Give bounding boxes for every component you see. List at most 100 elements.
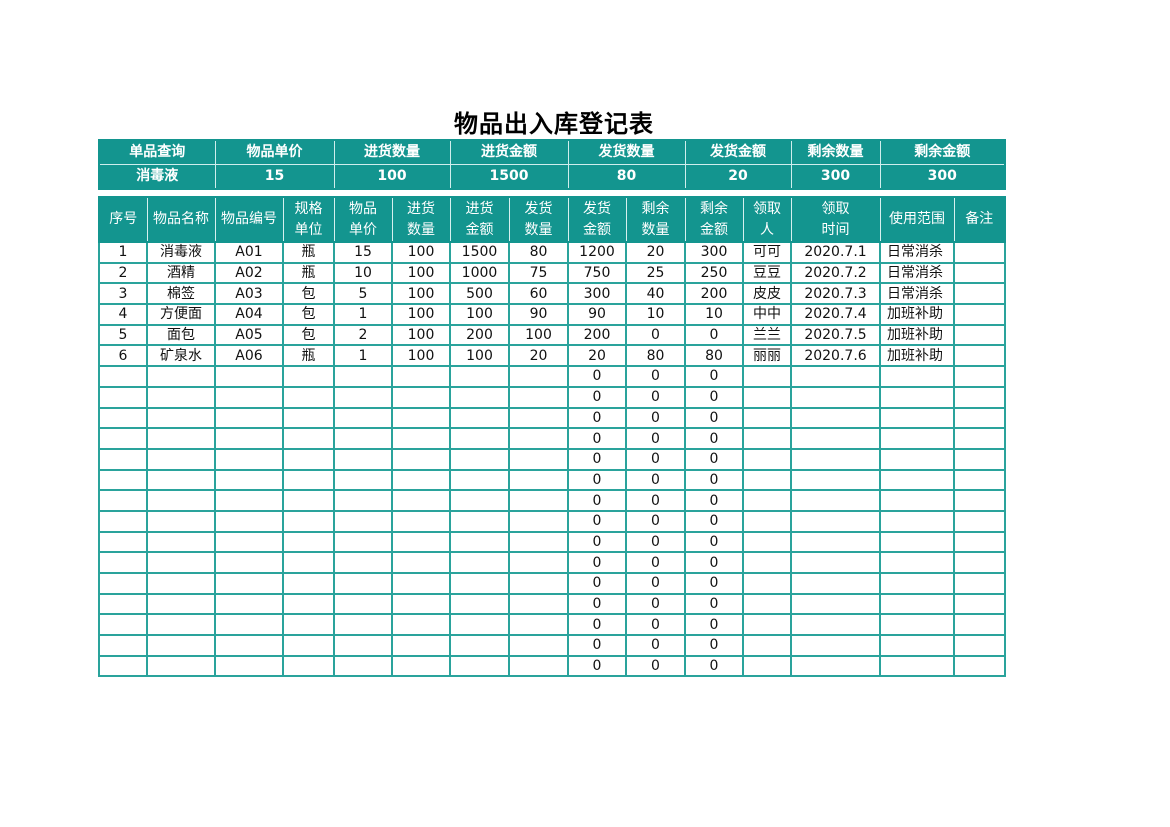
- cell-out-qty[interactable]: [508, 572, 569, 595]
- cell-receive-time[interactable]: [790, 654, 881, 678]
- cell-out-qty[interactable]: 100: [508, 323, 569, 347]
- cell-usage-scope[interactable]: [879, 489, 955, 512]
- cell-item-code[interactable]: [214, 551, 284, 574]
- cell-item-code[interactable]: [214, 468, 284, 492]
- cell-receive-time[interactable]: [790, 509, 881, 533]
- cell-spec-unit[interactable]: [282, 468, 335, 492]
- cell-out-qty[interactable]: [508, 468, 569, 492]
- cell-receive-time[interactable]: [790, 572, 881, 595]
- cell-usage-scope[interactable]: [879, 654, 955, 678]
- cell-item-code[interactable]: [214, 592, 284, 616]
- cell-item-name[interactable]: [146, 509, 216, 533]
- cell-item-code[interactable]: A04: [214, 303, 284, 326]
- cell-receiver[interactable]: [742, 385, 792, 409]
- cell-unit-price[interactable]: [333, 634, 393, 657]
- cell-unit-price[interactable]: [333, 654, 393, 678]
- cell-out-qty[interactable]: [508, 447, 569, 471]
- cell-usage-scope[interactable]: 日常消杀: [879, 282, 955, 306]
- cell-spec-unit[interactable]: [282, 406, 335, 430]
- cell-in-amount[interactable]: [449, 613, 510, 637]
- cell-spec-unit[interactable]: [282, 592, 335, 616]
- cell-out-amount[interactable]: 0: [567, 551, 627, 574]
- cell-in-amount[interactable]: [449, 427, 510, 450]
- cell-item-name[interactable]: 棉签: [146, 282, 216, 306]
- cell-item-code[interactable]: [214, 613, 284, 637]
- cell-out-amount[interactable]: 0: [567, 572, 627, 595]
- cell-out-qty[interactable]: [508, 427, 569, 450]
- cell-in-amount[interactable]: [449, 551, 510, 574]
- cell-remain-qty[interactable]: 0: [625, 634, 686, 657]
- cell-spec-unit[interactable]: [282, 551, 335, 574]
- cell-out-qty[interactable]: [508, 634, 569, 657]
- cell-out-amount[interactable]: 0: [567, 427, 627, 450]
- cell-remain-amount[interactable]: 0: [684, 427, 744, 450]
- cell-usage-scope[interactable]: [879, 592, 955, 616]
- cell-in-amount[interactable]: [449, 365, 510, 388]
- query-value-cell[interactable]: 80: [567, 164, 686, 190]
- cell-in-qty[interactable]: [391, 654, 451, 678]
- cell-receiver[interactable]: [742, 530, 792, 554]
- cell-receiver[interactable]: 兰兰: [742, 323, 792, 347]
- cell-receive-time[interactable]: [790, 447, 881, 471]
- cell-item-code[interactable]: [214, 385, 284, 409]
- cell-out-amount[interactable]: 0: [567, 634, 627, 657]
- cell-unit-price[interactable]: [333, 572, 393, 595]
- cell-in-qty[interactable]: [391, 427, 451, 450]
- cell-remain-amount[interactable]: 0: [684, 530, 744, 554]
- cell-receiver[interactable]: [742, 406, 792, 430]
- cell-in-amount[interactable]: [449, 406, 510, 430]
- cell-remain-qty[interactable]: 80: [625, 344, 686, 368]
- cell-spec-unit[interactable]: [282, 654, 335, 678]
- cell-in-amount[interactable]: 200: [449, 323, 510, 347]
- cell-index[interactable]: [98, 654, 148, 678]
- cell-remain-qty[interactable]: 0: [625, 468, 686, 492]
- cell-receive-time[interactable]: [790, 551, 881, 574]
- cell-remain-qty[interactable]: 0: [625, 427, 686, 450]
- cell-spec-unit[interactable]: [282, 427, 335, 450]
- cell-out-qty[interactable]: [508, 365, 569, 388]
- cell-out-amount[interactable]: 0: [567, 530, 627, 554]
- cell-spec-unit[interactable]: 包: [282, 323, 335, 347]
- cell-receive-time[interactable]: 2020.7.1: [790, 241, 881, 264]
- cell-remain-qty[interactable]: 20: [625, 241, 686, 264]
- cell-receiver[interactable]: 皮皮: [742, 282, 792, 306]
- cell-usage-scope[interactable]: [879, 509, 955, 533]
- cell-index[interactable]: 2: [98, 261, 148, 285]
- cell-remarks[interactable]: [953, 241, 1006, 264]
- cell-usage-scope[interactable]: 加班补助: [879, 303, 955, 326]
- cell-unit-price[interactable]: [333, 385, 393, 409]
- cell-in-qty[interactable]: 100: [391, 261, 451, 285]
- cell-remain-amount[interactable]: 250: [684, 261, 744, 285]
- cell-out-amount[interactable]: 0: [567, 489, 627, 512]
- cell-remain-amount[interactable]: 0: [684, 385, 744, 409]
- cell-in-qty[interactable]: 100: [391, 303, 451, 326]
- cell-in-qty[interactable]: [391, 634, 451, 657]
- cell-out-amount[interactable]: 300: [567, 282, 627, 306]
- cell-out-qty[interactable]: [508, 385, 569, 409]
- cell-receive-time[interactable]: [790, 592, 881, 616]
- cell-remain-qty[interactable]: 0: [625, 509, 686, 533]
- cell-remain-qty[interactable]: 25: [625, 261, 686, 285]
- cell-unit-price[interactable]: [333, 592, 393, 616]
- cell-out-amount[interactable]: 1200: [567, 241, 627, 264]
- cell-receive-time[interactable]: 2020.7.5: [790, 323, 881, 347]
- cell-out-qty[interactable]: [508, 509, 569, 533]
- cell-in-qty[interactable]: [391, 613, 451, 637]
- cell-index[interactable]: 5: [98, 323, 148, 347]
- cell-in-amount[interactable]: [449, 634, 510, 657]
- query-value-cell[interactable]: 100: [333, 164, 451, 190]
- cell-remain-amount[interactable]: 0: [684, 613, 744, 637]
- cell-remain-amount[interactable]: 0: [684, 551, 744, 574]
- cell-out-amount[interactable]: 0: [567, 592, 627, 616]
- cell-remain-amount[interactable]: 0: [684, 447, 744, 471]
- cell-spec-unit[interactable]: 包: [282, 303, 335, 326]
- cell-receive-time[interactable]: [790, 365, 881, 388]
- cell-receiver[interactable]: 可可: [742, 241, 792, 264]
- query-value-cell[interactable]: 1500: [449, 164, 569, 190]
- cell-item-name[interactable]: [146, 365, 216, 388]
- cell-remarks[interactable]: [953, 261, 1006, 285]
- cell-in-qty[interactable]: [391, 489, 451, 512]
- cell-remarks[interactable]: [953, 344, 1006, 368]
- cell-usage-scope[interactable]: [879, 530, 955, 554]
- cell-remain-qty[interactable]: 0: [625, 530, 686, 554]
